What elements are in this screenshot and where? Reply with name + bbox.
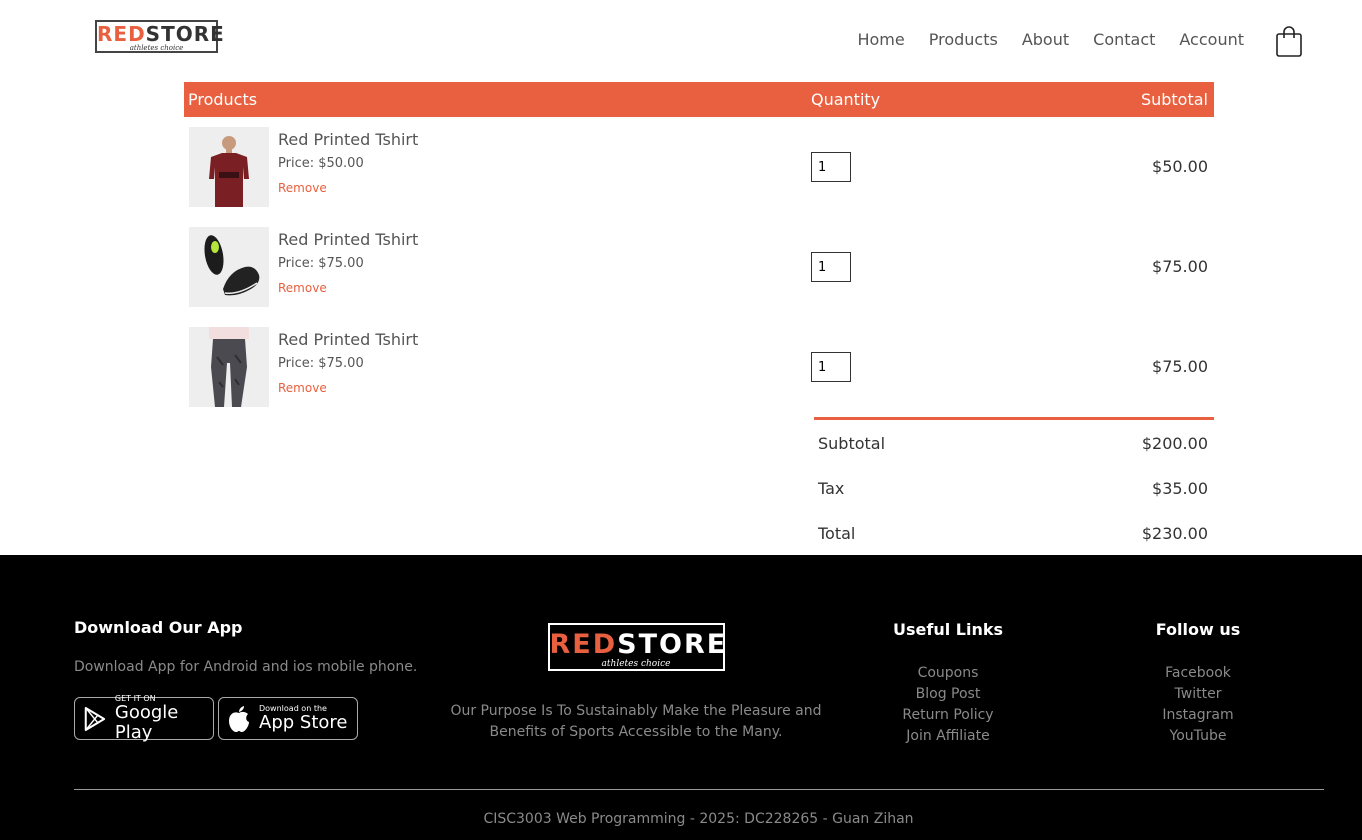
footer-app-column: Download Our App Download App for Androi… (74, 618, 434, 743)
black-shoes-image (189, 227, 269, 307)
red-tshirt-image (189, 127, 269, 207)
product-name: Red Printed Tshirt (278, 330, 419, 349)
follow-us-heading: Follow us (1155, 620, 1241, 639)
row-subtotal: $50.00 (1152, 157, 1208, 176)
row-subtotal: $75.00 (1152, 257, 1208, 276)
download-app-heading: Download Our App (74, 618, 243, 637)
navbar: REDSTORE athletes choice Home Products A… (0, 0, 1362, 82)
totals-value: $230.00 (1141, 524, 1208, 543)
totals-label: Tax (818, 479, 845, 498)
remove-link[interactable]: Remove (278, 180, 418, 196)
totals-row-tax: Tax $35.00 (814, 465, 1214, 510)
copyright-text: CISC3003 Web Programming - 2025: DC22826… (483, 811, 914, 827)
totals-value: $35.00 (1152, 479, 1208, 498)
app-badges: GET IT ON Google Play Download on the Ap… (74, 694, 434, 743)
remove-link[interactable]: Remove (278, 380, 418, 396)
link-blog-post[interactable]: Blog Post (878, 684, 1018, 705)
totals-label: Total (818, 524, 856, 543)
useful-links-heading: Useful Links (892, 620, 1003, 639)
footer-logo: REDSTORE athletes choice (547, 623, 728, 671)
link-youtube[interactable]: YouTube (1128, 726, 1268, 747)
product-price: Price: $75.00 (278, 356, 364, 371)
product-price: Price: $50.00 (278, 156, 364, 171)
nav-home[interactable]: Home (857, 30, 904, 50)
brand-purpose-text: Our Purpose Is To Sustainably Make the P… (450, 703, 822, 740)
header-subtotal: Subtotal (1140, 90, 1208, 109)
cart-header-row: Products Quantity Subtotal (184, 82, 1214, 117)
download-app-text: Download App for Android and ios mobile … (74, 659, 418, 675)
totals-value: $200.00 (1141, 434, 1208, 453)
footer-logo-red-part: RED (549, 629, 618, 660)
cart-totals: Subtotal $200.00 Tax $35.00 Total $230.0… (814, 417, 1214, 555)
useful-links-list: Coupons Blog Post Return Policy Join Aff… (878, 663, 1018, 747)
footer-useful-links-column: Useful Links Coupons Blog Post Return Po… (878, 620, 1018, 747)
nav-products[interactable]: Products (929, 30, 998, 50)
item-info: Red Printed Tshirt Price: $75.00 Remove (278, 230, 418, 296)
nav-account[interactable]: Account (1179, 30, 1244, 50)
cart-row: Red Printed Tshirt Price: $75.00 Remove … (184, 327, 1214, 409)
quantity-input[interactable] (811, 352, 851, 382)
link-twitter[interactable]: Twitter (1128, 684, 1268, 705)
footer-logo-white-part: STORE (617, 629, 728, 660)
footer: Download Our App Download App for Androi… (0, 555, 1362, 840)
social-links-list: Facebook Twitter Instagram YouTube (1128, 663, 1268, 747)
main-nav: Home Products About Contact Account (833, 30, 1244, 50)
google-play-large: Google Play (114, 702, 179, 743)
cart-row: Red Printed Tshirt Price: $75.00 Remove … (184, 227, 1214, 309)
product-name: Red Printed Tshirt (278, 230, 419, 249)
shopping-bag-icon[interactable] (1276, 26, 1302, 57)
quantity-input[interactable] (811, 252, 851, 282)
link-instagram[interactable]: Instagram (1128, 705, 1268, 726)
footer-follow-column: Follow us Facebook Twitter Instagram You… (1128, 620, 1268, 747)
footer-divider (74, 789, 1324, 790)
product-name: Red Printed Tshirt (278, 130, 419, 149)
footer-logo-tagline: athletes choice (601, 659, 671, 669)
remove-link[interactable]: Remove (278, 280, 418, 296)
quantity-input[interactable] (811, 152, 851, 182)
grey-joggers-image (189, 327, 269, 407)
item-info: Red Printed Tshirt Price: $50.00 Remove (278, 130, 418, 196)
footer-brand-column: REDSTORE athletes choice Our Purpose Is … (448, 623, 824, 743)
totals-row-total: Total $230.00 (814, 510, 1214, 555)
header-quantity: Quantity (811, 90, 881, 109)
nav-contact[interactable]: Contact (1093, 30, 1155, 50)
link-join-affiliate[interactable]: Join Affiliate (878, 726, 1018, 747)
redstore-logo[interactable]: REDSTORE athletes choice (95, 20, 224, 53)
row-subtotal: $75.00 (1152, 357, 1208, 376)
app-store-large: App Store (259, 712, 348, 733)
cart-table: Products Quantity Subtotal Red Printed T… (184, 82, 1214, 407)
logo-red-part: RED (97, 22, 146, 46)
link-return-policy[interactable]: Return Policy (878, 705, 1018, 726)
apple-icon (229, 705, 249, 732)
totals-row-subtotal: Subtotal $200.00 (814, 420, 1214, 465)
app-store-badge[interactable]: Download on the App Store (218, 697, 358, 740)
item-info: Red Printed Tshirt Price: $75.00 Remove (278, 330, 418, 396)
nav-about[interactable]: About (1022, 30, 1069, 50)
logo-dark-part: STORE (145, 22, 225, 46)
link-facebook[interactable]: Facebook (1128, 663, 1268, 684)
header-products: Products (188, 90, 258, 109)
google-play-icon (84, 706, 106, 731)
cart-row: Red Printed Tshirt Price: $50.00 Remove … (184, 127, 1214, 209)
link-coupons[interactable]: Coupons (878, 663, 1018, 684)
google-play-badge[interactable]: GET IT ON Google Play (74, 694, 214, 743)
product-price: Price: $75.00 (278, 256, 364, 271)
totals-label: Subtotal (818, 434, 886, 453)
